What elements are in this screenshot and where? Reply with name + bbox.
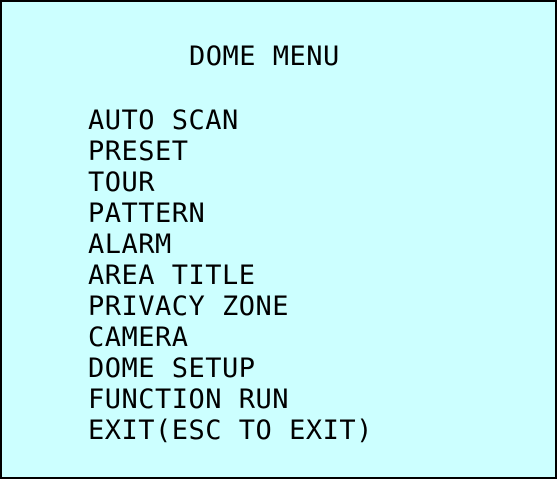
menu-item-area-title[interactable]: AREA TITLE bbox=[88, 260, 373, 291]
menu-item-auto-scan[interactable]: AUTO SCAN bbox=[88, 105, 373, 136]
dome-menu-panel: DOME MENU AUTO SCAN PRESET TOUR PATTERN … bbox=[0, 0, 557, 479]
menu-item-exit[interactable]: EXIT(ESC TO EXIT) bbox=[88, 415, 373, 446]
menu-title: DOME MENU bbox=[189, 41, 340, 72]
menu-item-function-run[interactable]: FUNCTION RUN bbox=[88, 384, 373, 415]
menu-item-preset[interactable]: PRESET bbox=[88, 136, 373, 167]
menu-item-camera[interactable]: CAMERA bbox=[88, 322, 373, 353]
menu-list: AUTO SCAN PRESET TOUR PATTERN ALARM AREA… bbox=[88, 105, 373, 446]
menu-item-privacy-zone[interactable]: PRIVACY ZONE bbox=[88, 291, 373, 322]
menu-item-alarm[interactable]: ALARM bbox=[88, 229, 373, 260]
menu-item-pattern[interactable]: PATTERN bbox=[88, 198, 373, 229]
menu-item-dome-setup[interactable]: DOME SETUP bbox=[88, 353, 373, 384]
menu-item-tour[interactable]: TOUR bbox=[88, 167, 373, 198]
